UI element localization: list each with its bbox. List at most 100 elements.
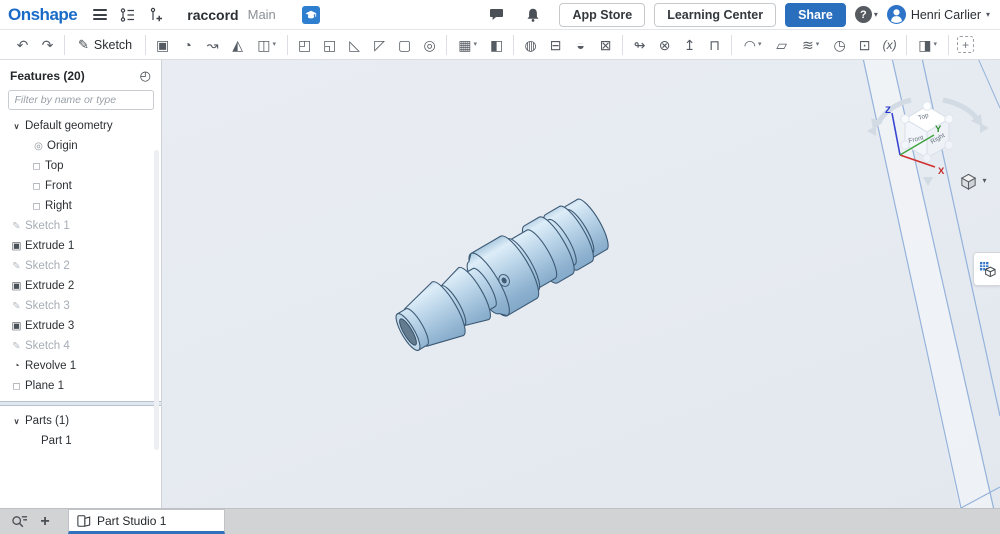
share-button[interactable]: Share bbox=[785, 3, 846, 27]
learning-center-button[interactable]: Learning Center bbox=[654, 3, 776, 27]
part-studio-icon bbox=[77, 514, 91, 528]
sketch-icon: ✎ bbox=[8, 221, 25, 232]
notifications-button[interactable] bbox=[522, 4, 544, 26]
thicken-icon[interactable]: ◫▾ bbox=[250, 33, 283, 57]
boundary-surface-icon[interactable]: ◠▾ bbox=[736, 33, 769, 57]
delete-part-icon[interactable]: ⊠ bbox=[593, 33, 618, 57]
part-1-model[interactable] bbox=[384, 189, 617, 366]
scene-3d[interactable]: Top Front Right Z X Y bbox=[162, 60, 1000, 508]
top-bar: Onshape raccord Main bbox=[0, 0, 1000, 30]
chevron-down-icon: ▾ bbox=[982, 177, 986, 185]
tab-part-studio-1[interactable]: Part Studio 1 bbox=[68, 509, 225, 534]
main-menu-button[interactable] bbox=[89, 4, 111, 26]
feature-label: Part 1 bbox=[41, 435, 72, 447]
learning-button[interactable] bbox=[302, 6, 320, 24]
feature-item-right[interactable]: ◻Right bbox=[0, 196, 161, 216]
sketch-label: Sketch bbox=[94, 38, 132, 52]
onshape-logo[interactable]: Onshape bbox=[8, 5, 77, 25]
feature-item-plane-1[interactable]: ◻Plane 1 bbox=[0, 376, 161, 396]
search-tabs-button[interactable] bbox=[6, 509, 32, 534]
boolean-icon[interactable]: ◍ bbox=[518, 33, 543, 57]
feature-item-origin[interactable]: ◎Origin bbox=[0, 136, 161, 156]
features-title: Features (20) bbox=[10, 69, 85, 83]
feature-item-sketch-4[interactable]: ✎Sketch 4 bbox=[0, 336, 161, 356]
rotate-right-icon[interactable] bbox=[980, 123, 989, 133]
add-tab-button[interactable]: + bbox=[32, 509, 58, 534]
section-view-icon[interactable]: ◨▾ bbox=[911, 33, 944, 57]
feature-item-sketch-3[interactable]: ✎Sketch 3 bbox=[0, 296, 161, 316]
app-store-button[interactable]: App Store bbox=[559, 3, 645, 27]
extrude-icon[interactable]: ▣ bbox=[150, 33, 175, 57]
undo-icon[interactable]: ↶ bbox=[10, 33, 35, 57]
user-name: Henri Carlier bbox=[911, 8, 981, 22]
redo-icon[interactable]: ↷ bbox=[35, 33, 60, 57]
rollback-history-icon[interactable]: ◴ bbox=[140, 68, 151, 84]
view-cube-icon bbox=[959, 172, 978, 191]
hole-icon[interactable]: ◎ bbox=[417, 33, 442, 57]
feature-item-sketch-1[interactable]: ✎Sketch 1 bbox=[0, 216, 161, 236]
sweep-icon[interactable]: ↝ bbox=[200, 33, 225, 57]
pencil-icon: ✎ bbox=[78, 37, 89, 53]
fillet-icon[interactable]: ◰ bbox=[292, 33, 317, 57]
feature-label: Sketch 4 bbox=[25, 340, 70, 352]
revolve-icon[interactable]: ◔ bbox=[175, 33, 200, 57]
loft-icon[interactable]: ◭ bbox=[225, 33, 250, 57]
replace-face-icon[interactable]: ⊓ bbox=[702, 33, 727, 57]
graphics-canvas[interactable]: Top Front Right Z X Y ▾ bbox=[162, 60, 1000, 508]
split-icon[interactable]: ⊟ bbox=[543, 33, 568, 57]
sketch-button[interactable]: ✎ Sketch bbox=[69, 33, 141, 57]
chamfer-icon[interactable]: ◱ bbox=[317, 33, 342, 57]
feature-item-parts-1-[interactable]: ∨Parts (1) bbox=[0, 411, 161, 431]
feature-item-extrude-1[interactable]: ▣Extrude 1 bbox=[0, 236, 161, 256]
feature-item-part-1[interactable]: Part 1 bbox=[0, 431, 161, 451]
feature-tree: ∨Default geometry◎Origin◻Top◻Front◻Right… bbox=[0, 116, 161, 396]
feature-item-top[interactable]: ◻Top bbox=[0, 156, 161, 176]
intersection-icon[interactable]: ◒ bbox=[568, 33, 593, 57]
curve-icon[interactable]: ≋▾ bbox=[794, 33, 827, 57]
versions-button[interactable] bbox=[117, 4, 139, 26]
custom-feature-icon[interactable]: + bbox=[953, 33, 978, 57]
tab-bar: + Part Studio 1 bbox=[0, 508, 1000, 534]
helix-icon[interactable]: ◷ bbox=[827, 33, 852, 57]
rib-icon[interactable]: ◸ bbox=[367, 33, 392, 57]
feature-item-front[interactable]: ◻Front bbox=[0, 176, 161, 196]
revolve-icon: ◔ bbox=[8, 360, 25, 372]
linear-pattern-icon[interactable]: ▦▾ bbox=[451, 33, 484, 57]
workspace-name[interactable]: Main bbox=[248, 7, 276, 22]
toolbar-divider bbox=[446, 35, 447, 55]
feature-label: Top bbox=[45, 160, 64, 172]
feature-item-default-geometry[interactable]: ∨Default geometry bbox=[0, 116, 161, 136]
comments-button[interactable] bbox=[485, 4, 507, 26]
rollback-bar[interactable] bbox=[0, 401, 161, 406]
user-menu[interactable]: Henri Carlier ▾ bbox=[887, 5, 990, 24]
feature-item-extrude-3[interactable]: ▣Extrude 3 bbox=[0, 316, 161, 336]
shell-icon[interactable]: ▢ bbox=[392, 33, 417, 57]
feature-item-extrude-2[interactable]: ▣Extrude 2 bbox=[0, 276, 161, 296]
chevron-down-icon: ▾ bbox=[758, 41, 762, 48]
rotate-down-icon[interactable] bbox=[923, 177, 933, 186]
feature-item-revolve-1[interactable]: ◔Revolve 1 bbox=[0, 356, 161, 376]
mirror-icon[interactable]: ◧ bbox=[484, 33, 509, 57]
delete-face-icon[interactable]: ⊗ bbox=[652, 33, 677, 57]
extrude-icon: ▣ bbox=[8, 240, 25, 252]
plane-icon: ◻ bbox=[28, 181, 45, 192]
feature-filter-input[interactable] bbox=[8, 90, 154, 110]
view-options-button[interactable]: ▾ bbox=[950, 168, 996, 194]
tab-label: Part Studio 1 bbox=[97, 514, 166, 528]
rotate-left-icon[interactable] bbox=[867, 126, 876, 136]
chevron-down-icon: ▾ bbox=[272, 41, 276, 48]
configuration-panel-tab[interactable] bbox=[973, 252, 1000, 286]
create-version-button[interactable] bbox=[145, 4, 167, 26]
parts-list: ∨Parts (1) Part 1 bbox=[0, 411, 161, 451]
help-menu[interactable]: ? ▾ bbox=[855, 6, 878, 23]
origin-icon: ◎ bbox=[30, 141, 47, 152]
features-panel: Features (20) ◴ ∨Default geometry◎Origin… bbox=[0, 60, 162, 508]
panel-scrollbar[interactable] bbox=[154, 150, 159, 450]
move-face-icon[interactable]: ↥ bbox=[677, 33, 702, 57]
variable-icon[interactable]: (x) bbox=[877, 33, 902, 57]
derived-icon[interactable]: ⊡ bbox=[852, 33, 877, 57]
transform-icon[interactable]: ↬ bbox=[627, 33, 652, 57]
feature-item-sketch-2[interactable]: ✎Sketch 2 bbox=[0, 256, 161, 276]
plane-icon[interactable]: ▱ bbox=[769, 33, 794, 57]
draft-icon[interactable]: ◺ bbox=[342, 33, 367, 57]
